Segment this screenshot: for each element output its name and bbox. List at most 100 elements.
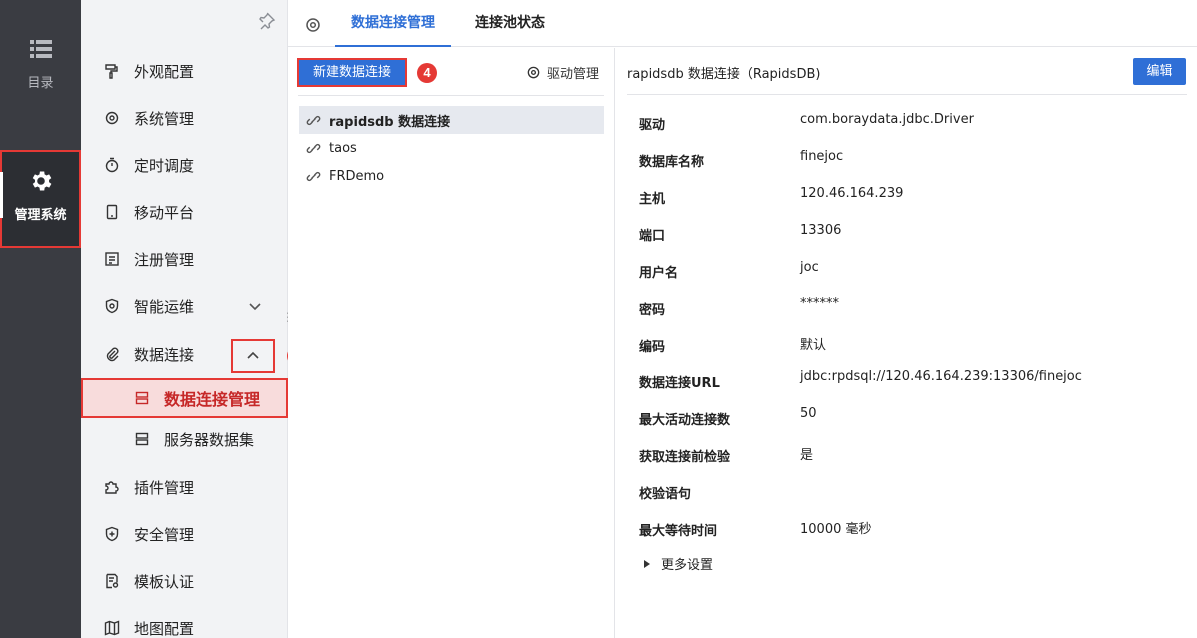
register-icon	[105, 252, 119, 266]
chevron-down-icon[interactable]	[247, 298, 263, 314]
menu-item-label: 注册管理	[134, 250, 195, 269]
connection-item-rapidsdb[interactable]: rapidsdb 数据连接	[299, 106, 604, 134]
collapse-toggle[interactable]	[231, 339, 275, 373]
field-value-password: ******	[800, 296, 839, 311]
new-connection-button[interactable]: 新建数据连接	[297, 58, 407, 87]
menu-item-label: 智能运维	[134, 297, 195, 316]
database-icon	[135, 432, 149, 446]
menu-item-label: 定时调度	[134, 156, 195, 175]
gear-icon	[32, 171, 51, 191]
menu-item-plugins[interactable]: 插件管理	[81, 467, 288, 507]
field-value-encoding: 默认	[800, 338, 827, 353]
ops-shield-icon	[105, 298, 119, 314]
menu-item-appearance[interactable]: 外观配置	[81, 51, 288, 91]
menu-item-label: 安全管理	[134, 525, 195, 544]
connection-label: rapidsdb 数据连接	[329, 114, 451, 130]
chevron-up-icon	[247, 351, 259, 359]
admin-menu: 外观配置 系统管理 定时调度 移动平台 注册管理 智能运维 数据连接 数据连接管…	[81, 0, 288, 638]
field-key-max-active: 最大活动连接数	[639, 413, 731, 428]
field-value-database: finejoc	[800, 149, 844, 164]
field-value-host: 120.46.164.239	[800, 186, 904, 201]
field-key-validation-query: 校验语句	[639, 487, 692, 502]
menu-item-system[interactable]: 系统管理	[81, 98, 288, 138]
field-value-driver: com.boraydata.jdbc.Driver	[800, 112, 974, 127]
gear-icon	[527, 66, 540, 78]
admin-system-label: 管理系统	[14, 208, 67, 223]
field-key-test-before: 获取连接前检验	[639, 450, 731, 465]
menu-item-register[interactable]: 注册管理	[81, 239, 288, 279]
map-icon	[104, 620, 120, 636]
mobile-icon	[106, 204, 118, 220]
certificate-icon	[106, 573, 119, 589]
menu-item-schedule[interactable]: 定时调度	[81, 145, 288, 185]
field-value-username: joc	[800, 260, 819, 275]
more-settings-toggle[interactable]: 更多设置	[644, 554, 713, 573]
top-tab-bar: 数据连接管理 连接池状态	[288, 0, 1197, 47]
field-value-max-wait: 10000 毫秒	[800, 522, 872, 537]
menu-item-label: 模板认证	[134, 572, 195, 591]
menu-item-label: 系统管理	[134, 109, 195, 128]
connection-item-frdemo[interactable]: FRDemo	[299, 162, 604, 190]
field-key-port: 端口	[639, 229, 666, 244]
field-key-username: 用户名	[639, 266, 679, 281]
menu-item-smart-ops[interactable]: 智能运维	[81, 286, 288, 326]
timer-icon	[105, 157, 119, 173]
paint-roller-icon	[105, 64, 118, 79]
divider	[298, 95, 604, 96]
more-settings-label: 更多设置	[661, 558, 714, 573]
settings-gear-icon[interactable]	[304, 16, 322, 34]
field-key-encoding: 编码	[639, 340, 666, 355]
driver-management-label: 驱动管理	[547, 66, 600, 82]
database-icon	[135, 391, 149, 405]
field-value-max-active: 50	[800, 406, 817, 421]
link-icon	[306, 115, 321, 125]
menu-item-label: 插件管理	[134, 478, 195, 497]
tab-pool-status[interactable]: 连接池状态	[464, 0, 556, 47]
menu-item-security[interactable]: 安全管理	[81, 514, 288, 554]
shield-icon	[105, 526, 119, 542]
field-key-max-wait: 最大等待时间	[639, 524, 718, 539]
list-icon	[29, 40, 52, 58]
connection-label: FRDemo	[329, 168, 385, 184]
field-value-test-before: 是	[800, 448, 814, 463]
menu-item-mobile[interactable]: 移动平台	[81, 192, 288, 232]
edit-button[interactable]: 编辑	[1133, 58, 1186, 85]
menu-item-label: 地图配置	[134, 619, 195, 638]
field-key-url: 数据连接URL	[639, 376, 720, 391]
active-marker	[0, 172, 3, 218]
divider	[627, 94, 1187, 95]
field-key-password: 密码	[639, 303, 666, 318]
driver-management-button[interactable]: 驱动管理	[526, 62, 599, 82]
connection-item-taos[interactable]: taos	[299, 134, 604, 162]
menu-item-label: 数据连接	[134, 345, 195, 364]
left-rail: 目录 管理系统	[0, 0, 81, 638]
menu-item-connection-management[interactable]: 数据连接管理	[81, 378, 288, 418]
link-icon	[306, 171, 321, 181]
paperclip-icon	[106, 347, 119, 362]
caret-right-icon	[644, 559, 650, 568]
connection-list-panel: 新建数据连接 驱动管理 rapidsdb 数据连接 taos FRDemo	[288, 48, 615, 638]
detail-title: rapidsdb 数据连接（RapidsDB)	[627, 67, 821, 82]
menu-item-server-dataset[interactable]: 服务器数据集	[81, 419, 288, 459]
field-value-port: 13306	[800, 223, 842, 238]
directory-label: 目录	[27, 76, 54, 91]
field-key-database: 数据库名称	[639, 155, 705, 170]
step-marker-4: 4	[417, 63, 437, 83]
field-key-driver: 驱动	[639, 118, 666, 133]
menu-item-label: 外观配置	[134, 62, 195, 81]
menu-item-template-cert[interactable]: 模板认证	[81, 561, 288, 601]
field-value-url: jdbc:rpdsql://120.46.164.239:13306/finej…	[800, 369, 1082, 384]
field-key-host: 主机	[639, 192, 666, 207]
gear-icon	[105, 111, 119, 125]
directory-nav[interactable]: 目录	[0, 40, 81, 91]
tab-connection-management[interactable]: 数据连接管理	[335, 0, 451, 47]
menu-item-label: 服务器数据集	[164, 430, 255, 449]
connection-label: taos	[329, 140, 357, 156]
menu-item-label: 数据连接管理	[164, 390, 261, 409]
link-icon	[306, 143, 321, 153]
admin-system-nav[interactable]: 管理系统	[0, 150, 81, 248]
menu-item-map[interactable]: 地图配置	[81, 608, 288, 638]
puzzle-icon	[105, 481, 119, 494]
connection-detail-panel: rapidsdb 数据连接（RapidsDB) 编辑 驱动 com.borayd…	[616, 48, 1197, 638]
pin-icon[interactable]	[258, 12, 276, 30]
